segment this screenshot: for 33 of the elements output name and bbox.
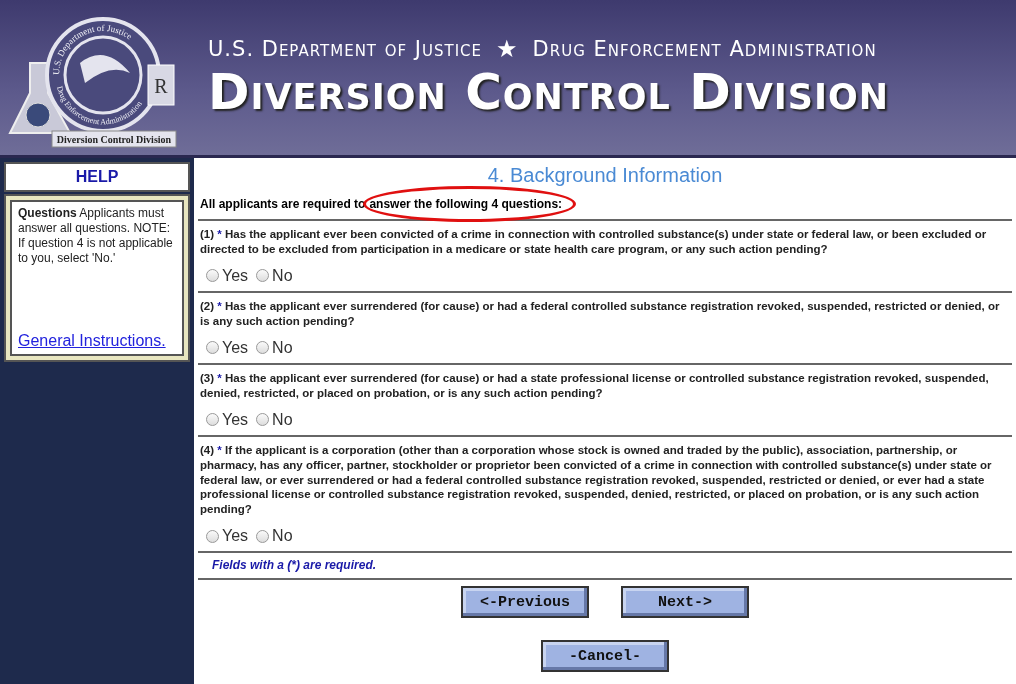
- star-icon: ★: [496, 35, 519, 63]
- option-label: Yes: [222, 410, 249, 429]
- previous-button[interactable]: <-Previous: [461, 586, 589, 619]
- option-label: No: [272, 527, 293, 546]
- help-text: Questions Applicants must answer all questions. NOTE: If question 4 is not applicable to you, select 'No.': [18, 206, 174, 266]
- radio-button[interactable]: [256, 341, 270, 355]
- question-text: (2) * Has the applicant ever surrendered (for cause) or had a federal controlled substance registration revoked, suspended, restricted or denied, or is any such action pending?: [200, 298, 1001, 329]
- option-label: No: [272, 266, 293, 285]
- question-text: (1) * Has the applicant ever been convicted of a crime in connection with controlled substance(s) under state or federal law, or been excluded or directed to be excluded from participation in a medicare or state health care program, or any such action pending?: [200, 227, 988, 257]
- radio-button[interactable]: [256, 413, 270, 427]
- next-button[interactable]: Next->: [621, 586, 749, 619]
- option-label: Yes: [222, 266, 249, 285]
- radio-button[interactable]: [256, 529, 270, 543]
- section-title: 4. Background Information: [486, 164, 724, 187]
- required-note: Fields with a (*) are required.: [198, 553, 1012, 581]
- radio-button[interactable]: [206, 341, 219, 355]
- agency-name: U.S. Department of Justice: [208, 37, 483, 61]
- help-heading: HELP: [4, 162, 190, 192]
- radio-button[interactable]: [206, 529, 219, 543]
- radio-button[interactable]: [206, 413, 219, 427]
- site-title: Diversion Control Division: [208, 65, 890, 120]
- agency-name: Drug Enforcement Administration: [532, 37, 877, 61]
- radio-button[interactable]: [256, 269, 270, 283]
- question-text: (4) * If the applicant is a corporation (other than a corporation whose stock is owned and traded by the public), association, partnership, or pharmacy, has any officer, partner, stockholder or proprietor been convicted of a crime in connection with controlled substance(s) under state or federal law, or ever surrendered or had a federal controlled substance registration revoked, suspended, restricted or denied, or ever had a state professional license or controlled substance registration revoked, suspended, denied, restricted, or placed on probation, or is any such action pending?: [200, 442, 993, 518]
- radio-button[interactable]: [206, 269, 219, 283]
- intro-text: answer the following 4 questions:: [369, 197, 563, 211]
- option-label: No: [272, 338, 293, 357]
- option-label: Yes: [222, 527, 249, 546]
- question-text: (3) * Has the applicant ever surrendered (for cause) or had a state professional license or controlled substance registration revoked, suspended, denied, restricted, or placed on probation, or is any such action pending?: [200, 370, 990, 401]
- option-label: Yes: [222, 338, 249, 357]
- cancel-button[interactable]: -Cancel-: [541, 640, 669, 673]
- general-instructions-link[interactable]: General Instructions.: [18, 332, 177, 350]
- option-label: No: [272, 410, 293, 429]
